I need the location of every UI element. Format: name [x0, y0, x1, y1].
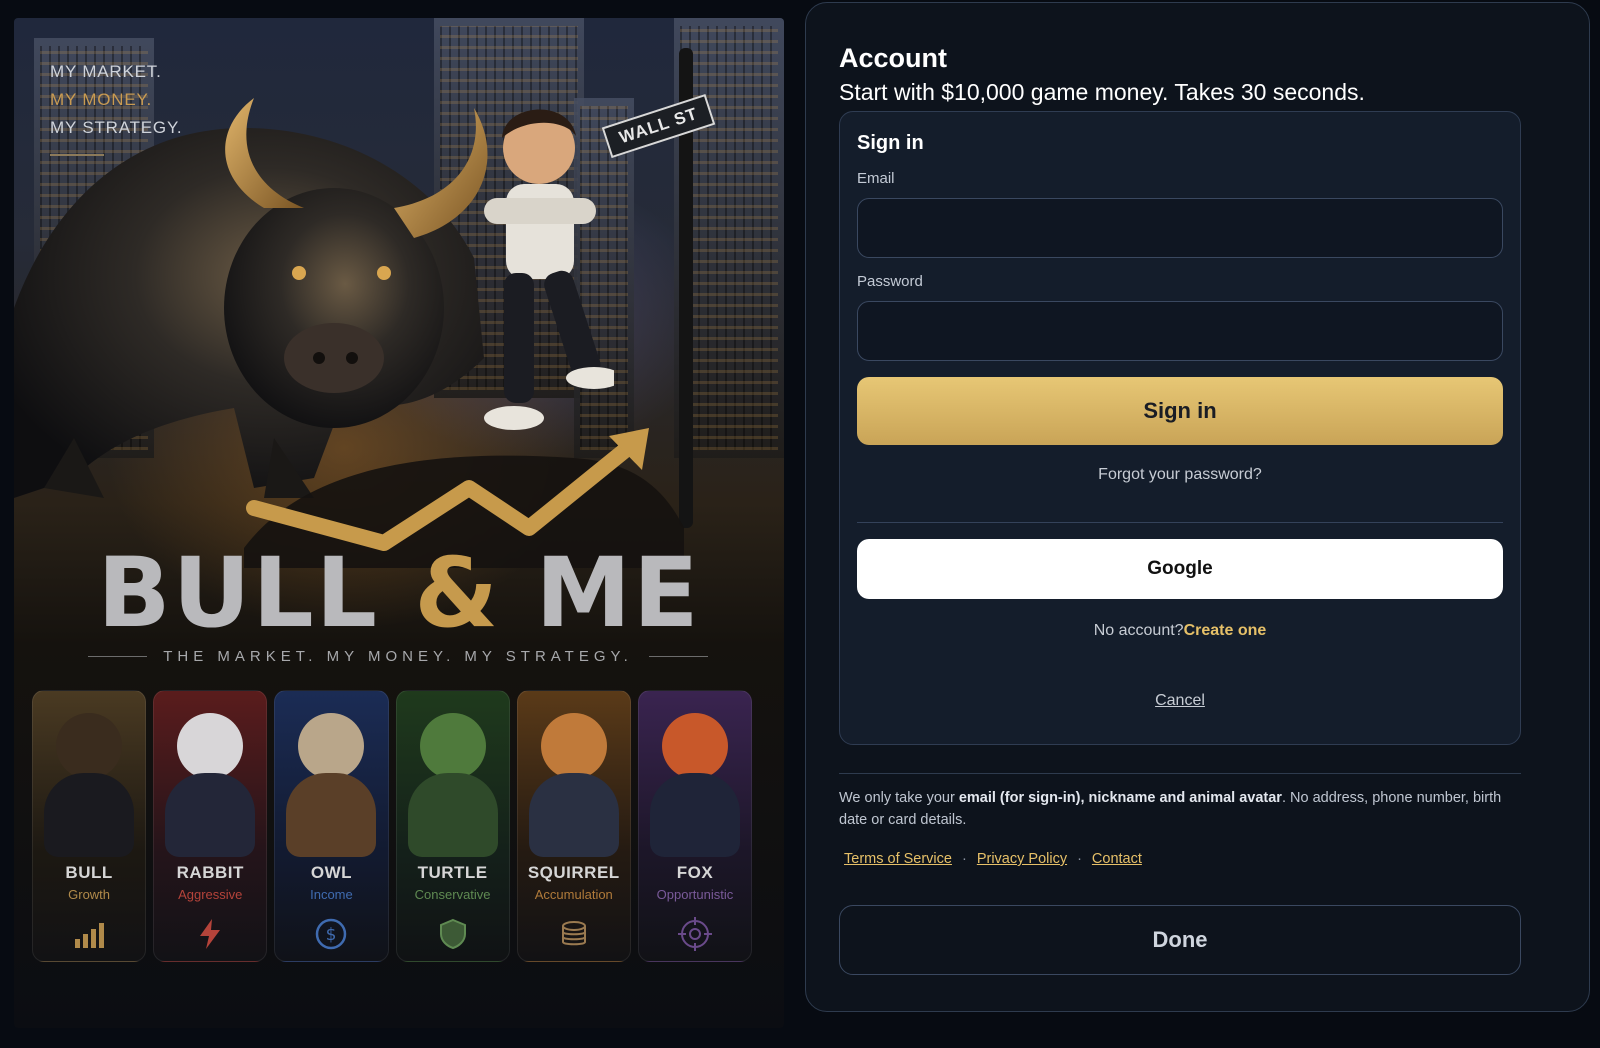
- avatar-body: [407, 773, 498, 857]
- boy-illustration: [484, 109, 614, 430]
- sign-in-title: Sign in: [857, 132, 924, 154]
- contact-link[interactable]: Contact: [1092, 851, 1142, 867]
- lightning-icon: [200, 919, 221, 949]
- animal-type: Opportunistic: [656, 887, 734, 902]
- sign-in-button[interactable]: Sign in: [857, 377, 1503, 445]
- link-separator: ·: [1077, 851, 1082, 867]
- animal-name: TURTLE: [417, 863, 488, 882]
- done-button[interactable]: Done: [839, 905, 1521, 975]
- account-panel: Account Start with $10,000 game money. T…: [805, 2, 1590, 1012]
- animal-name: BULL: [65, 863, 113, 882]
- bull-avatar: [56, 713, 123, 779]
- google-sign-in-button[interactable]: Google: [857, 539, 1503, 599]
- animal-card-turtle: TURTLE Conservative: [395, 690, 510, 962]
- create-account-link[interactable]: Create one: [1184, 622, 1267, 639]
- logo-word-bull: BULL: [97, 537, 379, 649]
- avatar-body: [286, 773, 377, 857]
- privacy-notice: We only take your email (for sign-in), n…: [839, 787, 1509, 831]
- logo-ampersand: &: [414, 537, 501, 649]
- rabbit-avatar: [177, 713, 244, 779]
- logo-title: BULL & ME: [14, 538, 784, 648]
- no-account-row: No account?Create one: [840, 622, 1520, 640]
- logo-subtitle: THE MARKET. MY MONEY. MY STRATEGY.: [88, 648, 709, 665]
- logo-word-me: ME: [535, 537, 701, 649]
- animal-type: Growth: [68, 887, 111, 902]
- turtle-avatar: [419, 713, 486, 779]
- animal-type: Income: [310, 887, 353, 902]
- animal-card-rabbit: RABBIT Aggressive: [153, 690, 268, 962]
- animal-name: FOX: [676, 863, 714, 882]
- squirrel-avatar: [540, 713, 607, 779]
- page-title: Account: [839, 43, 947, 73]
- avatar-body: [44, 773, 135, 857]
- animal-type: Aggressive: [178, 887, 243, 902]
- page-subtitle: Start with $10,000 game money. Takes 30 …: [839, 79, 1365, 105]
- dollar-coin-icon: $: [316, 918, 347, 950]
- subtitle-rule-right: [648, 656, 709, 657]
- link-separator: ·: [961, 851, 967, 867]
- privacy-text-bold: email (for sign-in), nickname and animal…: [958, 790, 1282, 806]
- animal-name: SQUIRREL: [527, 863, 620, 882]
- cancel-link[interactable]: Cancel: [840, 692, 1520, 710]
- email-field[interactable]: [857, 198, 1503, 258]
- target-icon: [677, 917, 712, 951]
- svg-text:$: $: [326, 925, 337, 945]
- animal-card-fox: FOX Opportunistic: [637, 690, 753, 962]
- divider: [839, 773, 1521, 774]
- animal-card-squirrel: SQUIRREL Accumulation: [516, 690, 631, 962]
- password-label: Password: [857, 273, 923, 290]
- no-account-text: No account?: [1093, 622, 1184, 639]
- shield-icon: [439, 918, 466, 950]
- animal-name: RABBIT: [176, 863, 244, 882]
- animal-type: Conservative: [414, 887, 491, 902]
- subtitle-rule-left: [88, 656, 148, 657]
- avatar-body: [649, 773, 740, 857]
- avatar-body: [528, 773, 619, 857]
- legal-links: Terms of Service · Privacy Policy · Cont…: [844, 851, 1142, 867]
- fox-avatar: [661, 713, 728, 779]
- sign-in-card: Sign in Email Password Sign in Forgot yo…: [839, 111, 1521, 745]
- animal-type: Accumulation: [534, 887, 613, 902]
- divider: [857, 522, 1503, 523]
- logo-subtitle-text: THE MARKET. MY MONEY. MY STRATEGY.: [163, 648, 633, 665]
- bull-and-me-poster: MY MARKET. MY MONEY. MY STRATEGY. WALL S…: [14, 18, 784, 1028]
- animal-card-bull: BULL Growth: [32, 690, 147, 962]
- animal-card-owl: OWL Income $: [274, 690, 389, 962]
- bar-chart-icon: [75, 923, 105, 948]
- privacy-text-prefix: We only take your: [839, 790, 959, 806]
- terms-of-service-link[interactable]: Terms of Service: [844, 851, 952, 867]
- avatar-body: [165, 773, 256, 857]
- app-root: MY MARKET. MY MONEY. MY STRATEGY. WALL S…: [0, 0, 1600, 1048]
- animal-name: OWL: [310, 863, 352, 882]
- forgot-password-link[interactable]: Forgot your password?: [840, 466, 1520, 484]
- owl-avatar: [298, 713, 365, 779]
- privacy-policy-link[interactable]: Privacy Policy: [977, 851, 1067, 867]
- coin-stack-icon: [561, 921, 586, 946]
- animal-avatar-row: BULL Growth RABBIT Aggressive OWL Income…: [32, 690, 753, 962]
- password-field[interactable]: [857, 301, 1503, 361]
- email-label: Email: [857, 170, 895, 187]
